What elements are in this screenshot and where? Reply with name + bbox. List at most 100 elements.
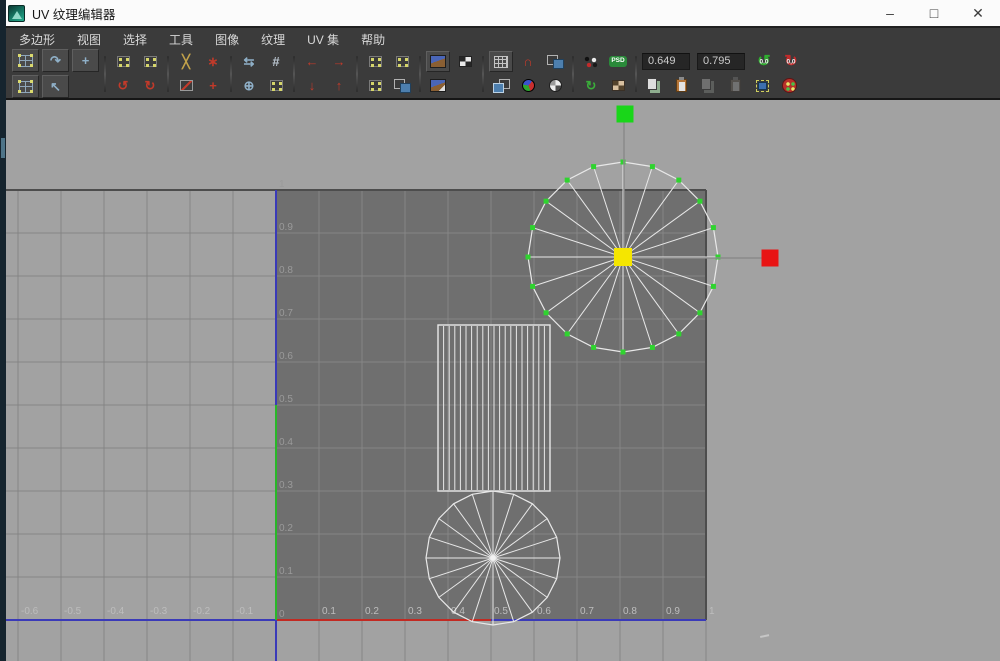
- minimize-button[interactable]: –: [868, 0, 912, 26]
- v-axis-label: 0.5: [279, 394, 293, 405]
- move-uv-tool-icon: +: [82, 54, 90, 67]
- move-uv-tool[interactable]: +: [72, 49, 99, 72]
- menu-item-6[interactable]: UV 集: [296, 30, 350, 51]
- edit-texture-image[interactable]: [426, 75, 450, 96]
- selected-uv-vertex[interactable]: [711, 284, 716, 289]
- move-uvs-vertical[interactable]: [138, 51, 162, 72]
- move-uvs-horizontal-icon: [117, 56, 130, 67]
- selected-uv-vertex[interactable]: [526, 255, 531, 260]
- manipulator-v-axis-handle[interactable]: [617, 106, 634, 123]
- pixel-snap-toggle[interactable]: [489, 51, 513, 72]
- menu-item-3[interactable]: 工具: [158, 30, 204, 51]
- uv-smudge-tool[interactable]: ↷: [42, 49, 69, 72]
- display-image-toggle[interactable]: [426, 51, 450, 72]
- display-rgb-channels[interactable]: [516, 75, 540, 96]
- cut-uv-edges[interactable]: ╳: [174, 51, 198, 72]
- u-coordinate-field[interactable]: 0.649: [642, 53, 690, 70]
- rotate-uvs-ccw[interactable]: ↺: [111, 75, 135, 96]
- uv-scene[interactable]: -0.6-0.5-0.4-0.3-0.2-0.10.10.20.30.40.50…: [0, 100, 1000, 661]
- cylinder-strip-shell[interactable]: [438, 325, 550, 491]
- menu-item-5[interactable]: 纹理: [250, 30, 296, 51]
- cycle-uvs[interactable]: [777, 75, 801, 96]
- selected-uv-vertex[interactable]: [530, 225, 535, 230]
- selected-uv-vertex[interactable]: [697, 310, 702, 315]
- sew-uv-edges[interactable]: ∗: [201, 51, 225, 72]
- snap-magnet-toggle[interactable]: ∩: [516, 51, 540, 72]
- snap-together-shells[interactable]: [390, 51, 414, 72]
- menu-item-4[interactable]: 图像: [204, 30, 250, 51]
- uv-editor-canvas[interactable]: -0.6-0.5-0.4-0.3-0.2-0.10.10.20.30.40.50…: [0, 100, 1000, 661]
- split-uvs[interactable]: [174, 75, 198, 96]
- uv-lattice-tool[interactable]: [12, 49, 39, 72]
- selected-uv-vertex[interactable]: [591, 345, 596, 350]
- manipulator-center-handle[interactable]: [614, 248, 632, 266]
- match-uvs[interactable]: [363, 75, 387, 96]
- manipulator-u-axis-handle[interactable]: [762, 250, 779, 267]
- flip-uv-shell[interactable]: ⇆: [237, 51, 261, 72]
- dim-image-toggle-icon: [459, 56, 472, 67]
- align-uvs-left[interactable]: ←: [300, 51, 324, 72]
- menu-item-7[interactable]: 帮助: [350, 30, 396, 51]
- selected-uv-vertex[interactable]: [711, 225, 716, 230]
- selected-uv-vertex[interactable]: [565, 178, 570, 183]
- titlebar[interactable]: UV 纹理编辑器 – □ ✕: [0, 0, 1000, 28]
- stack-shells[interactable]: [390, 75, 414, 96]
- rotate-selection-cw[interactable]: ↻0,0: [779, 51, 803, 72]
- copy-uvs[interactable]: [642, 75, 666, 96]
- toolbar-group-snap-arrange-tools: [363, 51, 414, 96]
- refresh-textures-icon: ↻: [586, 79, 597, 92]
- move-and-sew-uvs[interactable]: +: [201, 75, 225, 96]
- shade-shells-toggle[interactable]: [489, 75, 513, 96]
- toolbar-group-lattice-tools: ↷ + ↖: [12, 49, 99, 98]
- rotate-uvs-cw[interactable]: ↻: [138, 75, 162, 96]
- layout-uvs[interactable]: ⊕: [237, 75, 261, 96]
- u-axis-label: 0.9: [666, 606, 680, 617]
- update-psd-networks[interactable]: PSD: [606, 51, 630, 72]
- uv-snapshot[interactable]: [579, 51, 603, 72]
- selected-uv-vertex[interactable]: [544, 310, 549, 315]
- v-axis-label: 0.7: [279, 308, 293, 319]
- uv-tweak-lattice-tool[interactable]: [12, 75, 39, 98]
- u-axis-label: 0.7: [580, 606, 594, 617]
- align-uvs-top[interactable]: ↑: [327, 75, 351, 96]
- align-uvs-bottom-icon: ↓: [309, 79, 316, 92]
- dim-image-toggle[interactable]: [453, 51, 477, 72]
- paste-u-value: [696, 75, 720, 96]
- snap-uvs-to-grid[interactable]: [264, 75, 288, 96]
- selected-uv-vertex[interactable]: [530, 284, 535, 289]
- snap-together-uvs[interactable]: [363, 51, 387, 72]
- use-image-ratio-toggle[interactable]: [606, 75, 630, 96]
- menu-item-0[interactable]: 多边形: [8, 30, 66, 51]
- copy-paste-shell-toggle[interactable]: [750, 75, 774, 96]
- unfold-uvs[interactable]: #: [264, 51, 288, 72]
- unfold-uvs-icon: #: [272, 55, 279, 68]
- rotate-selection-ccw[interactable]: ↺0.0: [752, 51, 776, 72]
- v-coordinate-field[interactable]: 0.795: [697, 53, 745, 70]
- selected-uv-vertex[interactable]: [697, 199, 702, 204]
- selected-uv-vertex[interactable]: [650, 345, 655, 350]
- menu-item-1[interactable]: 视图: [66, 30, 112, 51]
- selected-uv-vertex[interactable]: [544, 199, 549, 204]
- selected-uv-vertex[interactable]: [676, 331, 681, 336]
- selected-uv-vertex[interactable]: [650, 164, 655, 169]
- display-alpha-channel[interactable]: [543, 75, 567, 96]
- selected-uv-vertex[interactable]: [676, 178, 681, 183]
- refresh-textures[interactable]: ↻: [579, 75, 603, 96]
- close-button[interactable]: ✕: [956, 0, 1000, 26]
- selected-uv-vertex[interactable]: [591, 164, 596, 169]
- menu-item-2[interactable]: 选择: [112, 30, 158, 51]
- v-axis-label: 0.9: [279, 222, 293, 233]
- v-axis-label: 0.6: [279, 351, 293, 362]
- view-container-toggle[interactable]: [543, 51, 567, 72]
- selected-uv-vertex[interactable]: [621, 350, 626, 355]
- align-uvs-right[interactable]: →: [327, 51, 351, 72]
- selected-uv-vertex[interactable]: [565, 331, 570, 336]
- maximize-button[interactable]: □: [912, 0, 956, 26]
- grab-uv-tool[interactable]: ↖: [42, 75, 69, 98]
- align-uvs-bottom[interactable]: ↓: [300, 75, 324, 96]
- paste-uvs[interactable]: [669, 75, 693, 96]
- bottom-circle-shell[interactable]: [426, 491, 560, 625]
- u-axis-label: -0.3: [150, 606, 168, 617]
- move-uvs-horizontal[interactable]: [111, 51, 135, 72]
- flip-uv-shell-icon: ⇆: [244, 55, 255, 68]
